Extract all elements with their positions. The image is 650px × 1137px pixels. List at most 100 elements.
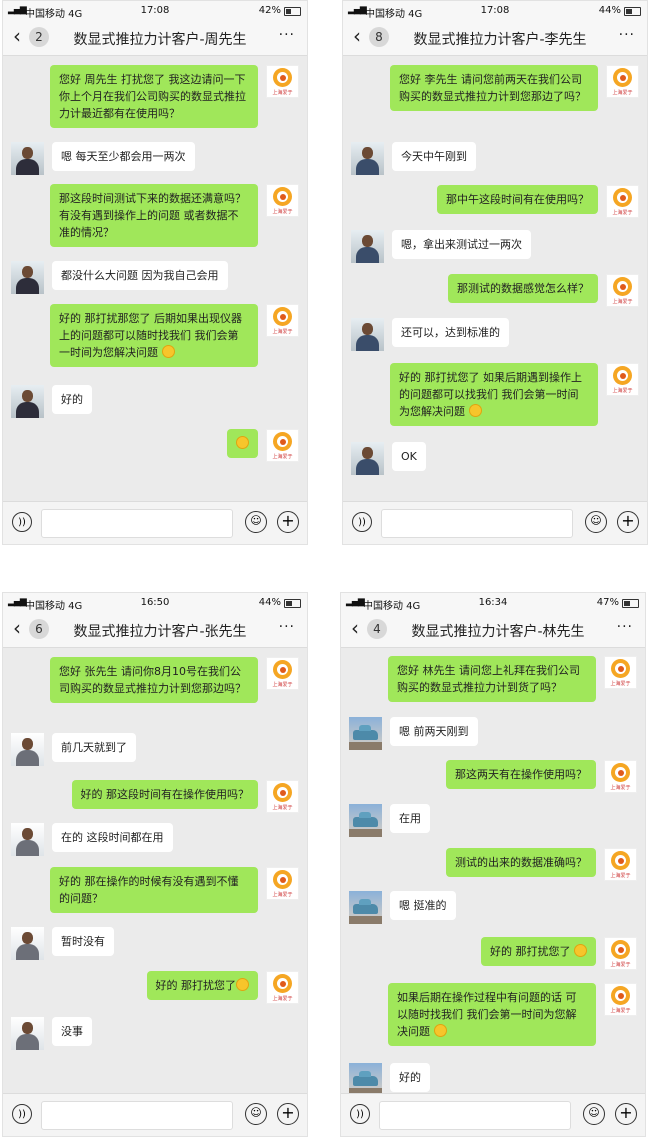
voice-icon[interactable]: )) (12, 1104, 32, 1124)
message-incoming: 暂时没有 (11, 927, 114, 960)
customer-avatar[interactable] (351, 230, 384, 263)
message-bubble[interactable]: 今天中午刚到 (392, 142, 476, 171)
agent-avatar[interactable]: 上海爱于 (266, 65, 299, 98)
customer-avatar[interactable] (11, 733, 44, 766)
agent-avatar[interactable]: 上海爱于 (606, 363, 639, 396)
agent-avatar[interactable]: 上海爱于 (606, 65, 639, 98)
message-bubble[interactable]: 那测试的数据感觉怎么样？ (448, 274, 598, 303)
agent-avatar[interactable]: 上海爱于 (266, 184, 299, 217)
agent-avatar[interactable]: 上海爱于 (606, 185, 639, 218)
message-bubble[interactable]: 嗯 每天至少都会用一两次 (52, 142, 195, 171)
agent-avatar[interactable]: 上海爱于 (266, 971, 299, 1004)
plus-icon[interactable]: + (277, 511, 299, 533)
message-bubble[interactable]: 还可以，达到标准的 (392, 318, 509, 347)
back-chevron-icon[interactable]: ‹ (351, 618, 359, 638)
customer-avatar[interactable] (351, 142, 384, 175)
voice-icon[interactable]: )) (12, 512, 32, 532)
customer-avatar[interactable] (11, 1017, 44, 1050)
message-bubble[interactable]: 如果后期在操作过程中有问题的话 可以随时找我们 我们会第一时间为您解决问题 (388, 983, 596, 1046)
message-bubble[interactable]: 好的 那在操作的时候有没有遇到不懂的问题？ (50, 867, 258, 913)
back-chevron-icon[interactable]: ‹ (13, 618, 21, 638)
more-options-button[interactable]: ··· (617, 619, 633, 635)
voice-icon[interactable]: )) (352, 512, 372, 532)
agent-avatar[interactable]: 上海爱于 (604, 848, 637, 881)
agent-avatar[interactable]: 上海爱于 (266, 867, 299, 900)
message-bubble[interactable]: 好的 (390, 1063, 430, 1092)
message-bubble[interactable]: 好的 那打扰您了 如果后期遇到操作上的问题都可以找我们 我们会第一时间为您解决问… (390, 363, 598, 426)
agent-avatar[interactable]: 上海爱于 (266, 780, 299, 813)
message-bubble[interactable]: 好的 那打扰您了 (146, 971, 258, 1000)
plus-icon[interactable]: + (615, 1103, 637, 1125)
emoji-icon[interactable]: ☺ (245, 511, 267, 533)
customer-avatar[interactable] (11, 261, 44, 294)
message-input[interactable] (379, 1101, 571, 1130)
customer-avatar[interactable] (351, 442, 384, 475)
smile-emoji-icon (161, 345, 175, 358)
emoji-icon[interactable]: ☺ (585, 511, 607, 533)
more-options-button[interactable]: ··· (279, 27, 295, 43)
message-bubble[interactable]: 在用 (390, 804, 430, 833)
message-bubble[interactable]: 好的 那打扰那您了 后期如果出现仪器上的问题都可以随时找我们 我们会第一时间为您… (50, 304, 258, 367)
message-bubble[interactable]: 暂时没有 (52, 927, 114, 956)
unread-count-badge: 6 (29, 619, 49, 639)
customer-avatar[interactable] (11, 142, 44, 175)
message-input[interactable] (41, 509, 233, 538)
message-bubble[interactable]: 好的 那打扰您了 (481, 937, 596, 966)
message-bubble[interactable]: 那这段时间测试下来的数据还满意吗？有没有遇到操作上的问题 或者数据不准的情况？ (50, 184, 258, 247)
plus-icon[interactable]: + (617, 511, 639, 533)
agent-avatar[interactable]: 上海爱于 (604, 760, 637, 793)
customer-avatar[interactable] (11, 927, 44, 960)
message-bubble[interactable]: 您好 李先生 请问您前两天在我们公司购买的数显式推拉力计到您那边了吗？ (390, 65, 598, 111)
voice-icon[interactable]: )) (350, 1104, 370, 1124)
message-bubble[interactable]: OK (392, 442, 426, 471)
message-bubble[interactable]: 您好 周先生 打扰您了 我这边请问一下你上个月在我们公司购买的数显式推拉力计最近… (50, 65, 258, 128)
message-bubble[interactable]: 那这两天有在操作使用吗？ (446, 760, 596, 789)
agent-avatar[interactable]: 上海爱于 (266, 304, 299, 337)
agent-avatar[interactable]: 上海爱于 (606, 274, 639, 307)
message-bubble[interactable]: 没事 (52, 1017, 92, 1046)
message-bubble[interactable]: 前几天就到了 (52, 733, 136, 762)
message-outgoing: 上海爱于 (227, 429, 299, 462)
customer-avatar[interactable] (349, 804, 382, 837)
more-options-button[interactable]: ··· (619, 27, 635, 43)
message-incoming: 没事 (11, 1017, 92, 1050)
customer-avatar[interactable] (349, 717, 382, 750)
message-input[interactable] (381, 509, 573, 538)
status-bar: ▂▄▆ 中国移动 4G 16:34 47% (341, 593, 645, 613)
message-bubble[interactable]: 在的 这段时间都在用 (52, 823, 173, 852)
agent-avatar[interactable]: 上海爱于 (604, 983, 637, 1016)
emoji-icon[interactable]: ☺ (245, 1103, 267, 1125)
message-bubble[interactable]: 嗯 挺准的 (390, 891, 456, 920)
agent-avatar[interactable]: 上海爱于 (266, 429, 299, 462)
message-bubble[interactable]: 测试的出来的数据准确吗？ (446, 848, 596, 877)
message-incoming: 好的 (11, 385, 92, 418)
status-bar: ▂▄▆ 中国移动 4G 16:50 44% (3, 593, 307, 613)
back-chevron-icon[interactable]: ‹ (13, 26, 21, 46)
agent-avatar[interactable]: 上海爱于 (266, 657, 299, 690)
customer-avatar[interactable] (349, 1063, 382, 1096)
plus-icon[interactable]: + (277, 1103, 299, 1125)
customer-avatar[interactable] (11, 823, 44, 856)
message-bubble[interactable]: 好的 (52, 385, 92, 414)
agent-avatar[interactable]: 上海爱于 (604, 656, 637, 689)
message-outgoing: 您好 林先生 请问您上礼拜在我们公司购买的数显式推拉力计到货了吗？ 上海爱于 (388, 656, 637, 702)
customer-avatar[interactable] (349, 891, 382, 924)
message-bubble[interactable]: 您好 张先生 请问你8月10号在我们公司购买的数显式推拉力计到您那边吗？ (50, 657, 258, 703)
emoji-icon[interactable]: ☺ (583, 1103, 605, 1125)
more-options-button[interactable]: ··· (279, 619, 295, 635)
message-bubble[interactable]: 嗯，拿出来测试过一两次 (392, 230, 531, 259)
message-outgoing: 好的 那打扰您了 如果后期遇到操作上的问题都可以找我们 我们会第一时间为您解决问… (390, 363, 639, 426)
back-chevron-icon[interactable]: ‹ (353, 26, 361, 46)
message-bubble[interactable]: 都没什么大问题 因为我自己会用 (52, 261, 228, 290)
customer-avatar[interactable] (351, 318, 384, 351)
message-bubble[interactable]: 您好 林先生 请问您上礼拜在我们公司购买的数显式推拉力计到货了吗？ (388, 656, 596, 702)
message-bubble[interactable]: 那中午这段时间有在使用吗？ (437, 185, 598, 214)
message-bubble[interactable]: 嗯 前两天刚到 (390, 717, 478, 746)
input-bar: )) ☺ + (341, 1093, 645, 1136)
agent-avatar[interactable]: 上海爱于 (604, 937, 637, 970)
customer-avatar[interactable] (11, 385, 44, 418)
message-bubble[interactable]: 好的 那这段时间有在操作使用吗？ (71, 780, 258, 809)
message-input[interactable] (41, 1101, 233, 1130)
chat-header: ‹ 2 数显式推拉力计客户-周先生 ··· (3, 21, 307, 56)
message-bubble[interactable] (227, 429, 258, 458)
